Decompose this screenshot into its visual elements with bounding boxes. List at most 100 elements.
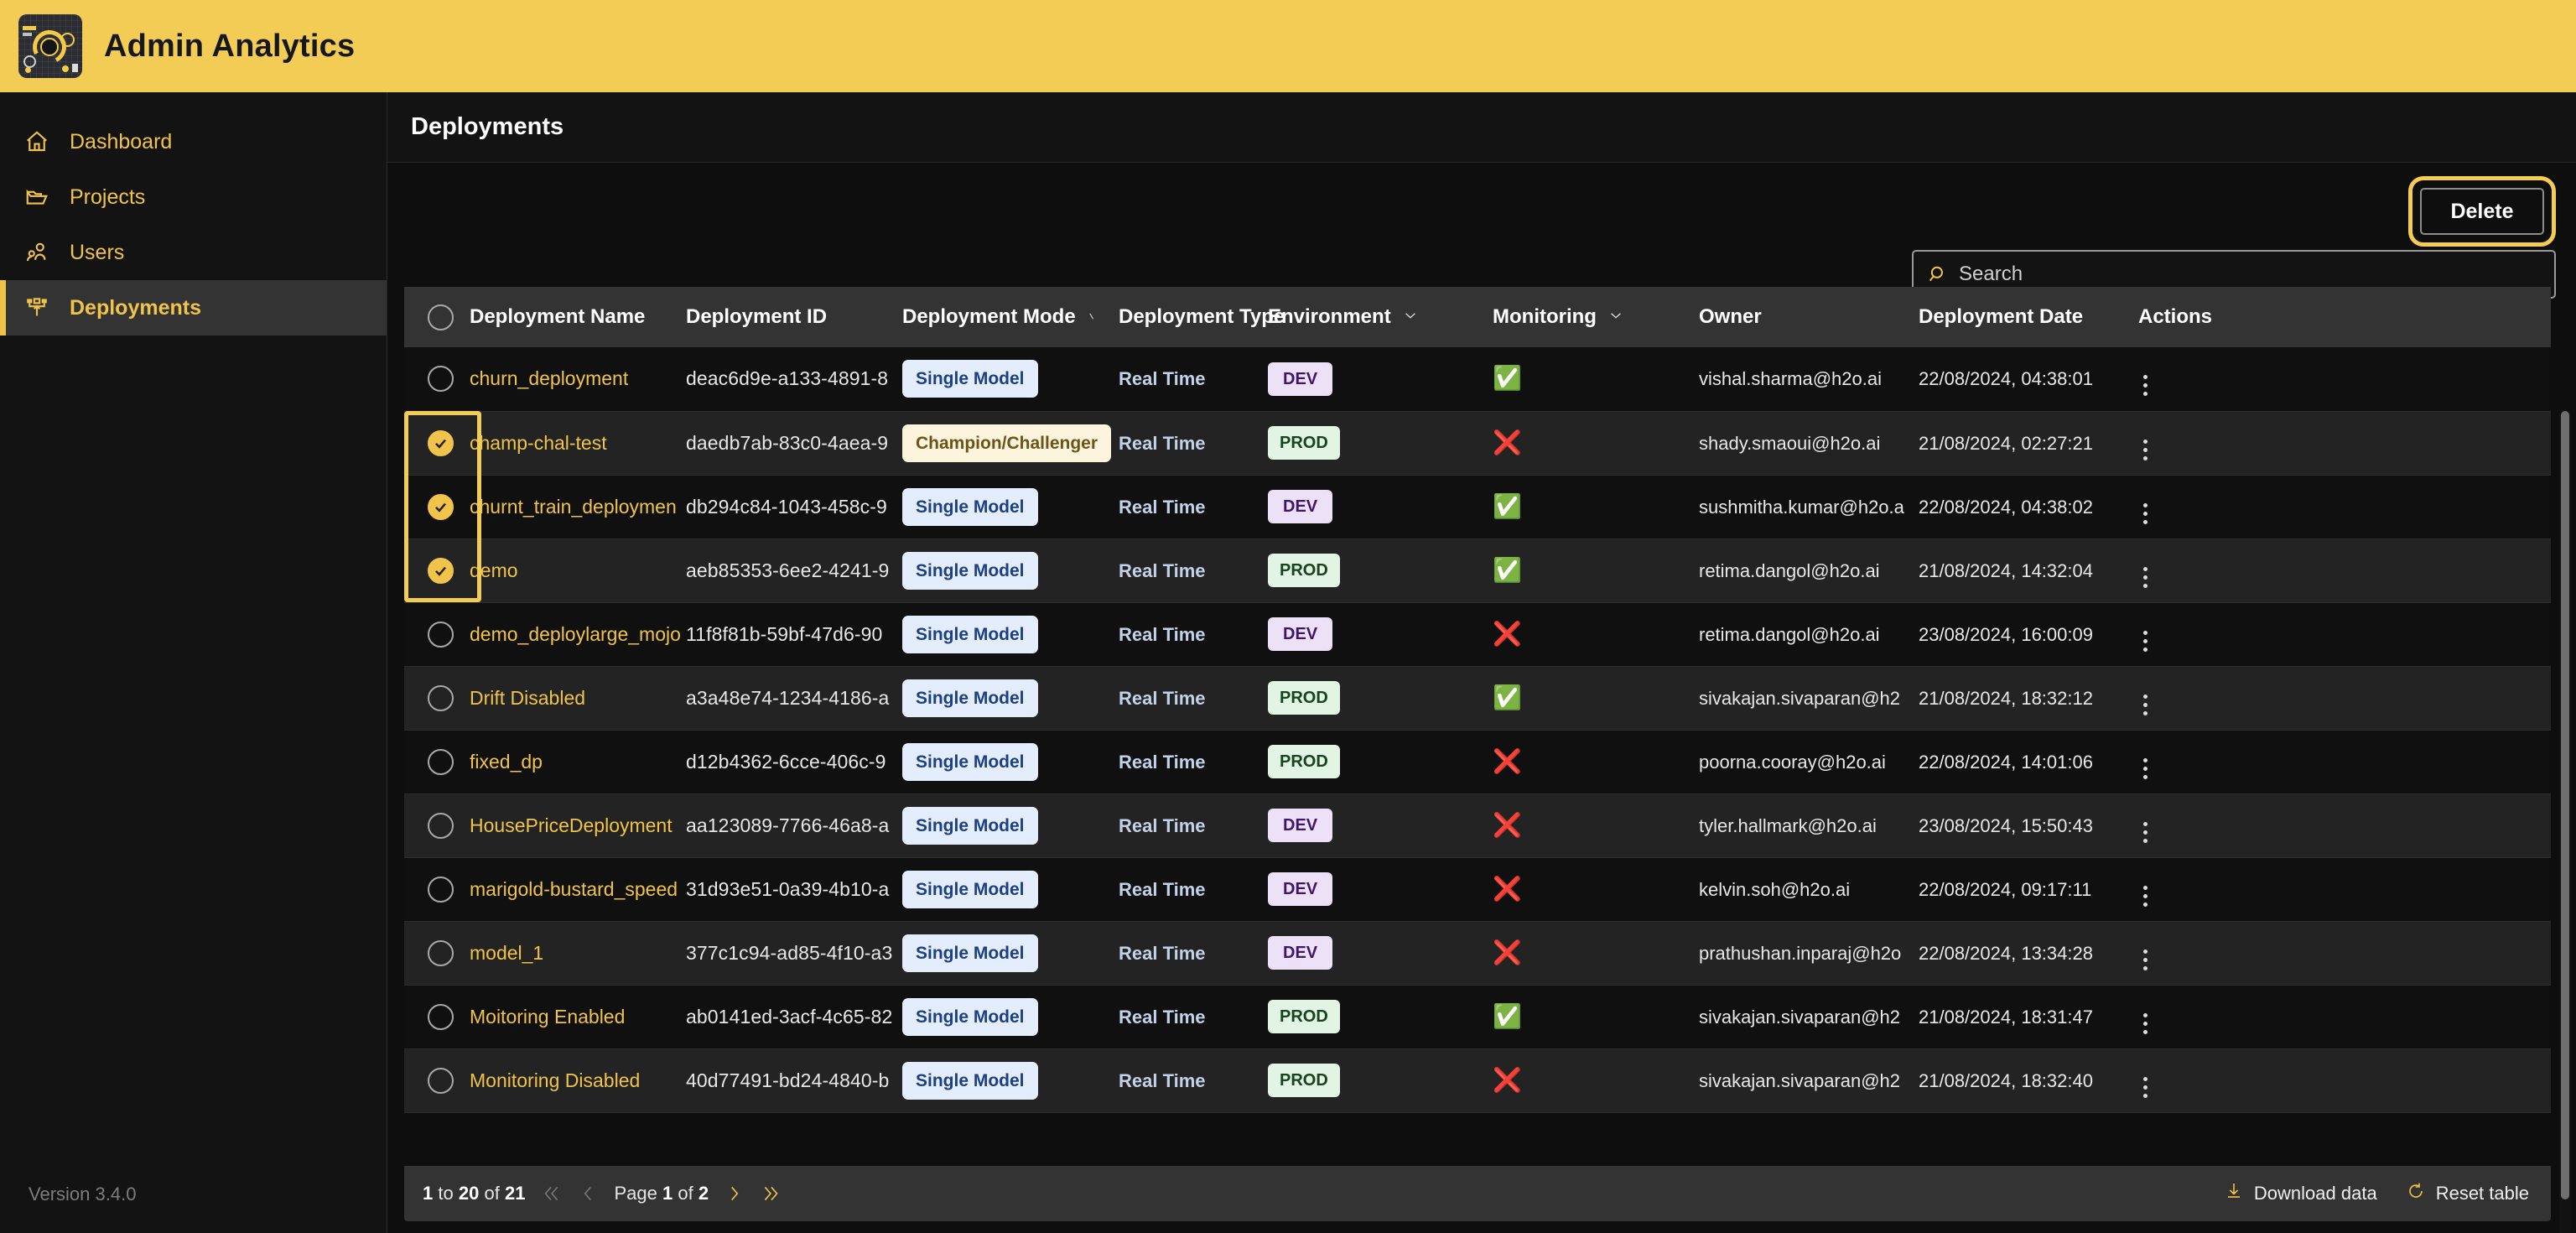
environment-badge: PROD xyxy=(1268,426,1340,460)
deployment-name-cell[interactable]: HousePriceDeployment xyxy=(465,793,681,857)
deployment-type: Real Time xyxy=(1119,368,1206,389)
deployment-id: deac6d9e-a133-4891-8 xyxy=(686,367,888,389)
column-header-monitoring[interactable]: Monitoring xyxy=(1488,287,1694,347)
table-row[interactable]: demoaeb85353-6ee2-4241-9Single ModelReal… xyxy=(404,538,2551,602)
table-row[interactable]: churn_deploymentdeac6d9e-a133-4891-8Sing… xyxy=(404,347,2551,411)
row-checkbox[interactable] xyxy=(428,685,454,711)
row-checkbox[interactable] xyxy=(428,430,454,456)
sidebar-item-dashboard[interactable]: Dashboard xyxy=(0,114,387,169)
table-row[interactable]: fixed_dpd12b4362-6cce-406c-9Single Model… xyxy=(404,730,2551,793)
row-actions-menu-icon[interactable] xyxy=(2143,375,2148,396)
sidebar-item-label: Deployments xyxy=(70,296,201,320)
table-row[interactable]: marigold-bustard_speed31d93e51-0a39-4b10… xyxy=(404,857,2551,921)
row-actions-menu-icon[interactable] xyxy=(2143,631,2148,652)
table-header-row: Deployment Name Deployment ID Deployment… xyxy=(404,287,2551,347)
deployment-name-cell[interactable]: Monitoring Disabled xyxy=(465,1048,681,1112)
deployment-type-cell: Real Time xyxy=(1114,411,1263,475)
deployment-name-cell[interactable]: churnt_train_deploymen xyxy=(465,475,681,538)
page-title: Deployments xyxy=(411,113,564,141)
table-row[interactable]: champ-chal-testdaedb7ab-83c0-4aea-9Champ… xyxy=(404,411,2551,475)
environment-badge: PROD xyxy=(1268,681,1340,715)
row-checkbox[interactable] xyxy=(428,1004,454,1030)
row-actions-menu-icon[interactable] xyxy=(2143,949,2148,970)
deployment-name: Monitoring Disabled xyxy=(470,1069,640,1091)
deployment-name-cell[interactable]: Drift Disabled xyxy=(465,666,681,730)
double-chevron-right-icon[interactable] xyxy=(761,1183,782,1204)
row-checkbox[interactable] xyxy=(428,366,454,392)
table-row[interactable]: Moitoring Enabledab0141ed-3acf-4c65-82Si… xyxy=(404,985,2551,1048)
row-checkbox[interactable] xyxy=(428,749,454,775)
table-row[interactable]: HousePriceDeploymentaa123089-7766-46a8-a… xyxy=(404,793,2551,857)
row-checkbox[interactable] xyxy=(428,813,454,839)
sidebar-item-users[interactable]: Users xyxy=(0,225,387,280)
sidebar-item-label: Users xyxy=(70,241,124,265)
actions-cell xyxy=(2133,1048,2551,1112)
deployment-date-cell: 22/08/2024, 14:01:06 xyxy=(1914,730,2133,793)
column-header-date[interactable]: Deployment Date xyxy=(1914,287,2133,347)
chevron-left-icon[interactable] xyxy=(577,1183,599,1204)
table-row[interactable]: demo_deploylarge_mojo11f8f81b-59bf-47d6-… xyxy=(404,602,2551,666)
double-chevron-left-icon[interactable] xyxy=(540,1183,562,1204)
column-header-mode[interactable]: Deployment Mode xyxy=(897,287,1114,347)
row-actions-menu-icon[interactable] xyxy=(2143,1013,2148,1034)
row-actions-menu-icon[interactable] xyxy=(2143,1077,2148,1098)
deployment-name-cell[interactable]: Moitoring Enabled xyxy=(465,985,681,1048)
column-header-name[interactable]: Deployment Name xyxy=(465,287,681,347)
table-row[interactable]: churnt_train_deploymendb294c84-1043-458c… xyxy=(404,475,2551,538)
row-checkbox[interactable] xyxy=(428,622,454,648)
deployment-name-cell[interactable]: churn_deployment xyxy=(465,347,681,411)
table-vertical-scrollbar[interactable] xyxy=(2559,409,2571,1233)
sidebar-item-projects[interactable]: Projects xyxy=(0,169,387,225)
deployment-name-cell[interactable]: champ-chal-test xyxy=(465,411,681,475)
scrollbar-thumb[interactable] xyxy=(2561,411,2569,1199)
row-actions-menu-icon[interactable] xyxy=(2143,567,2148,588)
row-actions-menu-icon[interactable] xyxy=(2143,695,2148,715)
row-select-cell xyxy=(404,857,465,921)
select-all-checkbox[interactable] xyxy=(428,304,454,330)
owner-email: sushmitha.kumar@h2o.a xyxy=(1699,497,1904,518)
deployment-name-cell[interactable]: demo xyxy=(465,538,681,602)
table-row[interactable]: Monitoring Disabled40d77491-bd24-4840-bS… xyxy=(404,1048,2551,1112)
row-actions-menu-icon[interactable] xyxy=(2143,503,2148,524)
table-row[interactable]: Drift Disableda3a48e74-1234-4186-aSingle… xyxy=(404,666,2551,730)
column-header-id[interactable]: Deployment ID xyxy=(681,287,897,347)
row-select-cell xyxy=(404,411,465,475)
row-checkbox[interactable] xyxy=(428,940,454,966)
row-actions-menu-icon[interactable] xyxy=(2143,886,2148,907)
row-checkbox[interactable] xyxy=(428,558,454,584)
table-row[interactable]: model_1377c1c94-ad85-4f10-a3Single Model… xyxy=(404,921,2551,985)
owner-cell: retima.dangol@h2o.ai xyxy=(1694,602,1914,666)
chevron-down-icon[interactable] xyxy=(1403,305,1418,329)
environment-badge: PROD xyxy=(1268,745,1340,778)
deployment-id-cell: d12b4362-6cce-406c-9 xyxy=(681,730,897,793)
row-checkbox[interactable] xyxy=(428,1068,454,1094)
row-checkbox[interactable] xyxy=(428,877,454,903)
download-data-button[interactable]: Download data xyxy=(2224,1181,2377,1206)
deployment-id: 40d77491-bd24-4840-b xyxy=(686,1069,889,1091)
deployment-name-cell[interactable]: demo_deploylarge_mojo xyxy=(465,602,681,666)
row-actions-menu-icon[interactable] xyxy=(2143,758,2148,779)
environment-cell: PROD xyxy=(1263,538,1488,602)
deployment-name-cell[interactable]: model_1 xyxy=(465,921,681,985)
delete-button[interactable]: Delete xyxy=(2420,188,2544,235)
footer-actions: Download data Reset table xyxy=(2224,1181,2529,1206)
column-header-environment[interactable]: Environment xyxy=(1263,287,1488,347)
actions-cell xyxy=(2133,666,2551,730)
environment-badge: DEV xyxy=(1268,936,1332,970)
refresh-icon xyxy=(2406,1181,2426,1206)
chevron-down-icon[interactable] xyxy=(1608,305,1623,329)
sidebar-item-deployments[interactable]: Deployments xyxy=(0,280,387,336)
deployment-name: model_1 xyxy=(470,942,543,964)
row-actions-menu-icon[interactable] xyxy=(2143,440,2148,460)
deployment-name-cell[interactable]: fixed_dp xyxy=(465,730,681,793)
reset-table-button[interactable]: Reset table xyxy=(2406,1181,2529,1206)
row-actions-menu-icon[interactable] xyxy=(2143,822,2148,843)
chevron-right-icon[interactable] xyxy=(724,1183,745,1204)
column-header-type[interactable]: Deployment Type xyxy=(1114,287,1263,347)
sidebar-nav: Dashboard Projects Users xyxy=(0,92,387,336)
deployment-id: aeb85353-6ee2-4241-9 xyxy=(686,559,889,581)
column-header-owner[interactable]: Owner xyxy=(1694,287,1914,347)
row-checkbox[interactable] xyxy=(428,494,454,520)
deployment-name-cell[interactable]: marigold-bustard_speed xyxy=(465,857,681,921)
page-total: 2 xyxy=(699,1183,709,1204)
